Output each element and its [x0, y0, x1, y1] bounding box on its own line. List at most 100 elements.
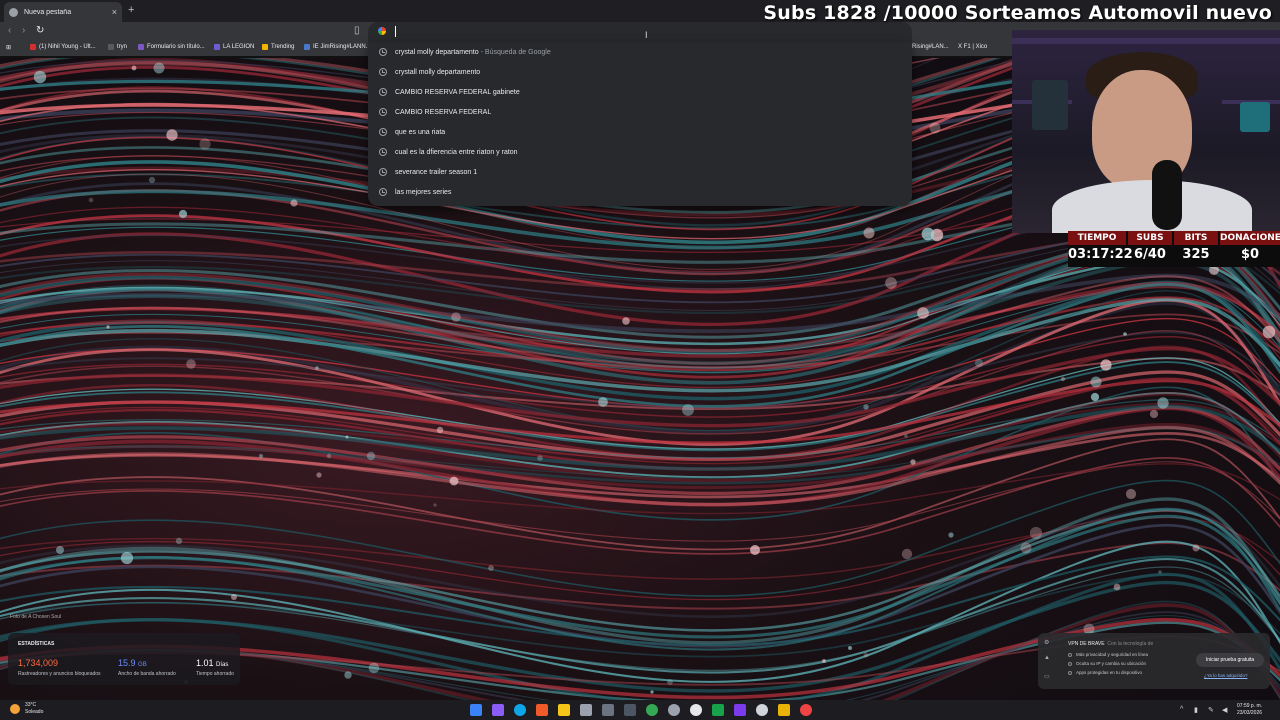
suggestion-item[interactable]: que es una riata: [368, 122, 912, 142]
media-player-icon[interactable]: [756, 704, 768, 716]
bookmark-icon[interactable]: ▯: [354, 25, 360, 36]
app-icon[interactable]: [624, 704, 636, 716]
card-icon[interactable]: ▭: [1044, 673, 1052, 680]
app-icon[interactable]: [778, 704, 790, 716]
bullet-icon: [1068, 662, 1072, 666]
vpn-title: VPN DE BRAVE Con la tecnología de: [1068, 641, 1153, 647]
stream-stats-bar: TIEMPO 03:17:22 SUBS 6/40 BITS 325 DONAC…: [1068, 231, 1280, 267]
wallpaper-bokeh: [848, 646, 852, 650]
discord-icon[interactable]: [734, 704, 746, 716]
address-bar[interactable]: [368, 22, 912, 42]
history-clock-icon: [379, 108, 387, 116]
weather-widget[interactable]: 33°C Soleado: [10, 702, 43, 716]
value: 1.01: [196, 658, 214, 668]
wallpaper-bokeh: [910, 459, 916, 465]
reload-icon[interactable]: ↻: [36, 25, 44, 36]
app-icon[interactable]: [800, 704, 812, 716]
bookmark-favicon: [30, 44, 36, 50]
bookmark-6[interactable]: IE JimRising#LANN...: [304, 44, 371, 50]
volume-icon[interactable]: ◀: [1222, 706, 1227, 714]
suggestion-item[interactable]: CAMBIO RESERVA FEDERAL gabinete: [368, 82, 912, 102]
tab-new-tab[interactable]: Nueva pestaña ×: [4, 2, 122, 22]
pen-icon[interactable]: ✎: [1208, 706, 1214, 714]
webcam-feed: [1012, 30, 1280, 233]
taskbar-clock[interactable]: 07:59 p. m. 23/03/2026: [1237, 703, 1262, 717]
start-trial-button[interactable]: Iniciar prueba gratuita: [1196, 653, 1264, 667]
wallpaper-bokeh: [178, 209, 188, 219]
shield-icon[interactable]: ▲: [1044, 655, 1052, 661]
wallpaper-strand: [0, 463, 1280, 515]
app-icon[interactable]: [492, 704, 504, 716]
bookmark-4[interactable]: LA LEGION: [214, 44, 254, 50]
wallpaper-bokeh: [1020, 542, 1032, 554]
stats-title: ESTADÍSTICAS: [18, 641, 55, 647]
settings-icon[interactable]: [668, 704, 680, 716]
wallpaper-bokeh: [316, 472, 322, 478]
bookmark-label: (1) Nihil Young - Ult...: [39, 44, 96, 50]
time: 07:59 p. m.: [1237, 703, 1263, 709]
network-icon[interactable]: ▮: [1194, 706, 1198, 714]
suggestion-item[interactable]: crystal molly departamento - Búsqueda de …: [368, 42, 912, 62]
wallpaper-bokeh: [290, 199, 298, 207]
chrome-icon[interactable]: [646, 704, 658, 716]
wallpaper-bokeh: [863, 652, 869, 658]
wallpaper-bokeh: [1090, 376, 1102, 388]
wallpaper-bokeh: [153, 62, 165, 74]
app-icon[interactable]: [690, 704, 702, 716]
app-icon[interactable]: [712, 704, 724, 716]
bookmark-label: Formulario sin título...: [147, 44, 205, 50]
bookmark-2[interactable]: tryn: [108, 44, 127, 50]
wallpaper-bokeh: [433, 503, 437, 507]
bookmark-8[interactable]: X F1 | Xico: [958, 44, 987, 50]
wallpaper-bokeh: [106, 325, 110, 329]
wallpaper-bokeh: [451, 312, 461, 322]
wallpaper-bokeh: [822, 659, 826, 663]
app-icon[interactable]: [580, 704, 592, 716]
bookmark-7[interactable]: Rising#LAN...: [912, 44, 949, 50]
suggestion-item[interactable]: las mejores series: [368, 182, 912, 202]
apps-grid-icon[interactable]: ⊞: [6, 44, 11, 51]
bookmark-label: LA LEGION: [223, 44, 255, 50]
stat-value: 325: [1182, 247, 1210, 262]
weather-condition: Soleado: [25, 709, 44, 715]
settings-gear-icon[interactable]: ⚙: [1044, 639, 1052, 646]
brave-icon[interactable]: [536, 704, 548, 716]
edge-icon[interactable]: [514, 704, 526, 716]
history-clock-icon: [379, 128, 387, 136]
suggestion-item[interactable]: severance trailer season 1: [368, 162, 912, 182]
bookmark-label: IE JimRising#LANN...: [313, 44, 371, 50]
suggestion-text: crystall molly departamento: [395, 68, 481, 76]
wallpaper-bokeh: [488, 565, 494, 571]
suggestion-subtext: - Búsqueda de Google: [480, 48, 551, 56]
close-tab-icon[interactable]: ×: [112, 7, 117, 17]
folder-icon[interactable]: [558, 704, 570, 716]
wallpaper-bokeh: [436, 426, 444, 434]
wallpaper-bokeh: [885, 277, 897, 289]
wallpaper-bokeh: [682, 404, 694, 416]
suggestion-text: cual es la dfierencia entre riaton y rat…: [395, 148, 518, 156]
suggestion-item[interactable]: CAMBIO RESERVA FEDERAL: [368, 102, 912, 122]
suggestion-item[interactable]: cual es la dfierencia entre riaton y rat…: [368, 142, 912, 162]
new-tab-button[interactable]: +: [128, 4, 134, 16]
suggestion-item[interactable]: crystall molly departamento: [368, 62, 912, 82]
bookmark-5[interactable]: Trending: [262, 44, 294, 50]
app-icon[interactable]: [602, 704, 614, 716]
forward-arrow-icon[interactable]: ›: [22, 25, 25, 36]
windows-start-icon[interactable]: [470, 704, 482, 716]
bookmark-3[interactable]: Formulario sin título...: [138, 44, 205, 50]
back-arrow-icon[interactable]: ‹: [8, 25, 11, 36]
vpn-title-sub: Con la tecnología de: [1107, 641, 1154, 647]
photo-credit[interactable]: Foto de A Chosen Soul: [10, 614, 61, 620]
chevron-up-icon[interactable]: ^: [1180, 706, 1183, 713]
bookmark-label: tryn: [117, 44, 128, 50]
bookmark-1[interactable]: (1) Nihil Young - Ult...: [30, 44, 96, 50]
already-purchased-link[interactable]: ¿Ya lo has adquirido?: [1204, 673, 1247, 678]
wallpaper-bokeh: [1157, 397, 1169, 409]
stat-label: TIEMPO: [1068, 231, 1126, 245]
wallpaper-bokeh: [863, 227, 875, 239]
stats-widget: ESTADÍSTICAS 1,734,009 Rastreadores y an…: [8, 633, 240, 685]
stat-value: 6/40: [1134, 247, 1166, 262]
wallpaper-bokeh: [315, 366, 319, 370]
vpn-feature: Apps protegidas en tu dispositivo: [1076, 670, 1143, 675]
vpn-feature: Más privacidad y seguridad en línea: [1076, 652, 1149, 657]
